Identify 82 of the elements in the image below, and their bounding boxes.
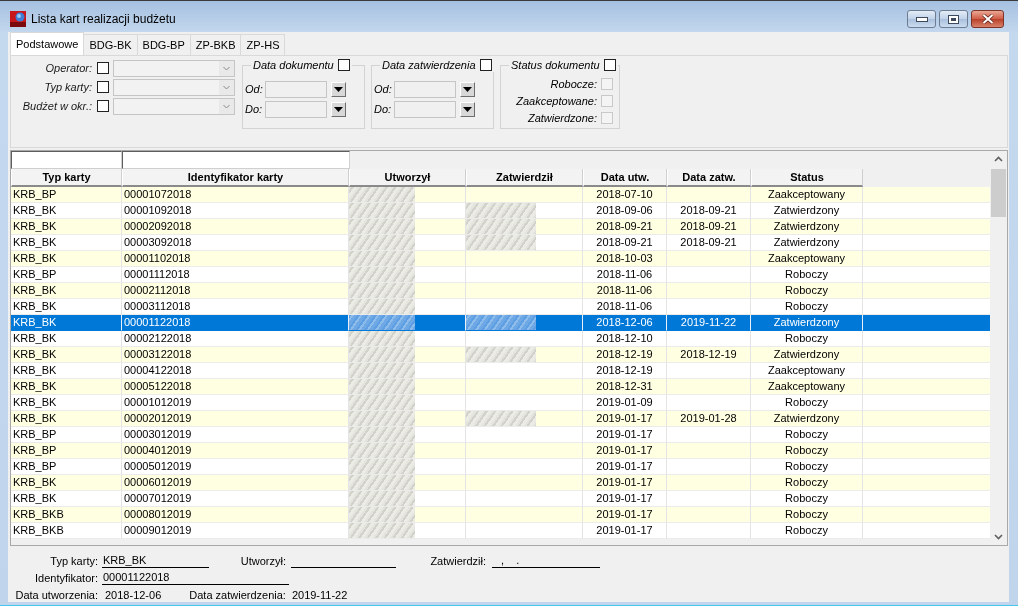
column-header[interactable]: Data zatw.	[667, 169, 751, 187]
filter-label: Robocze:	[550, 77, 597, 90]
triangle-down-icon	[334, 86, 343, 92]
date-picker-button[interactable]	[331, 101, 346, 117]
group-title: Data zatwierdzenia	[382, 58, 476, 72]
date-picker-button[interactable]	[460, 101, 475, 117]
group-title: Status dokumentu	[511, 58, 600, 72]
column-header[interactable]: Utworzył	[349, 169, 466, 187]
close-icon	[981, 14, 994, 24]
table-row[interactable]: KRB_BP 00003012019 2019-01-17 Roboczy	[11, 427, 990, 443]
chevron-down-icon	[219, 98, 234, 114]
table-row[interactable]: KRB_BK 00005122018 2018-12-31 Zaakceptowany	[11, 379, 990, 395]
table-row[interactable]: KRB_BK 00001122018 2018-12-06 2019-11-22 Zatwierdzony	[11, 315, 990, 331]
table-row[interactable]: KRB_BK 00001102018 2018-10-03 Zaakceptowany	[11, 251, 990, 267]
column-filter-field[interactable]	[122, 151, 350, 169]
maximize-icon	[948, 14, 959, 24]
table-row[interactable]: KRB_BK 00002122018 2018-12-10 Roboczy	[11, 331, 990, 347]
detail-label: Typ karty:	[49, 554, 99, 567]
detail-value: , .	[492, 553, 600, 568]
table-row[interactable]: KRB_BK 00002012019 2019-01-17 2019-01-28 Zatwierdzony	[11, 411, 990, 427]
chevron-down-icon	[219, 79, 234, 95]
tab[interactable]: Podstawowe	[10, 32, 85, 55]
date-picker-button[interactable]	[331, 81, 346, 97]
detail-label: Data zatwierdzenia:	[189, 588, 286, 601]
table-row[interactable]: KRB_BK 00001012019 2019-01-09 Roboczy	[11, 395, 990, 411]
column-header[interactable]: Data utw.	[583, 169, 667, 187]
table-row[interactable]: KRB_BK 00006012019 2019-01-17 Roboczy	[11, 475, 990, 491]
table-row[interactable]: KRB_BP 00005012019 2019-01-17 Roboczy	[11, 459, 990, 475]
minimize-button[interactable]	[907, 10, 936, 28]
field-label: Od:	[374, 83, 393, 95]
tab[interactable]: ZP-HS	[240, 34, 286, 55]
filter-label: Operator:	[44, 62, 93, 74]
detail-label: Identyfikator:	[34, 571, 99, 584]
table-row[interactable]: KRB_BK 00001092018 2018-09-06 2018-09-21 Zatwierdzony	[11, 203, 990, 219]
column-header[interactable]: Zatwierdził	[466, 169, 583, 187]
column-header[interactable]: Identyfikator karty	[122, 169, 349, 187]
group-title: Data dokumentu	[253, 58, 334, 72]
checkbox[interactable]	[603, 59, 616, 71]
scrollbar-thumb[interactable]	[991, 169, 1006, 217]
close-button[interactable]	[971, 10, 1004, 28]
table-row[interactable]: KRB_BK 00002112018 2018-11-06 Roboczy	[11, 283, 990, 299]
table-cell: KRB_BKB	[11, 523, 122, 539]
column-header[interactable]: Status	[751, 169, 863, 187]
table-row[interactable]: KRB_BK 00003112018 2018-11-06 Roboczy	[11, 299, 990, 315]
chevron-down-icon	[219, 60, 234, 76]
triangle-down-icon	[463, 86, 472, 92]
field-label: Do:	[245, 103, 264, 115]
table-row[interactable]: KRB_BK 00004122018 2018-12-19 Zaakceptowany	[11, 363, 990, 379]
table-row[interactable]: KRB_BKB 00008012019 2019-01-17 Roboczy	[11, 507, 990, 523]
table-cell: 00009012019	[122, 523, 349, 539]
detail-value: 2018-12-06	[105, 588, 162, 601]
table-row[interactable]: KRB_BP 00001112018 2018-11-06 Roboczy	[11, 267, 990, 283]
column-header[interactable]: Typ karty	[11, 169, 122, 187]
table-cell: 2019-01-17	[583, 523, 667, 539]
triangle-down-icon	[334, 106, 343, 112]
table-row[interactable]: KRB_BK 00003122018 2018-12-19 2018-12-19 Zatwierdzony	[11, 347, 990, 363]
app-icon	[10, 10, 26, 27]
field-label: Do:	[374, 103, 393, 115]
date-picker-button[interactable]	[460, 81, 475, 97]
detail-label: Data utworzenia:	[14, 588, 99, 601]
table-row[interactable]: KRB_BK 00007012019 2019-01-17 Roboczy	[11, 491, 990, 507]
table-row[interactable]: KRB_BP 00001072018 2018-07-10 Zaakceptowany	[11, 187, 990, 203]
detail-value: 2019-11-22	[291, 588, 348, 601]
detail-label: Zatwierdził:	[429, 554, 487, 567]
table-row[interactable]: KRB_BK 00002092018 2018-09-21 2018-09-21 Zatwierdzony	[11, 219, 990, 235]
table-row[interactable]: KRB_BP 00004012019 2019-01-17 Roboczy	[11, 443, 990, 459]
filter-label: Zaakceptowane:	[516, 94, 597, 107]
triangle-down-icon	[463, 106, 472, 112]
filter-label: Zatwierdzone:	[527, 111, 597, 124]
table-row[interactable]: KRB_BKB 00009012019 2019-01-17 Roboczy	[11, 523, 990, 539]
table-row[interactable]: KRB_BK 00003092018 2018-09-21 2018-09-21 Zatwierdzony	[11, 235, 990, 251]
filter-label: Typ karty:	[43, 81, 93, 93]
window-title: Lista kart realizacji budżetu	[31, 11, 176, 26]
detail-value: KRB_BK	[102, 553, 209, 568]
minimize-icon	[915, 16, 928, 22]
field-label: Od:	[245, 83, 264, 95]
maximize-button[interactable]	[939, 10, 968, 28]
detail-value: 00001122018	[102, 570, 289, 585]
column-filter-field[interactable]	[11, 151, 122, 169]
table-cell: Roboczy	[751, 523, 863, 539]
detail-label: Utworzył:	[239, 554, 287, 567]
filter-label: Budżet w okr.:	[21, 100, 93, 112]
